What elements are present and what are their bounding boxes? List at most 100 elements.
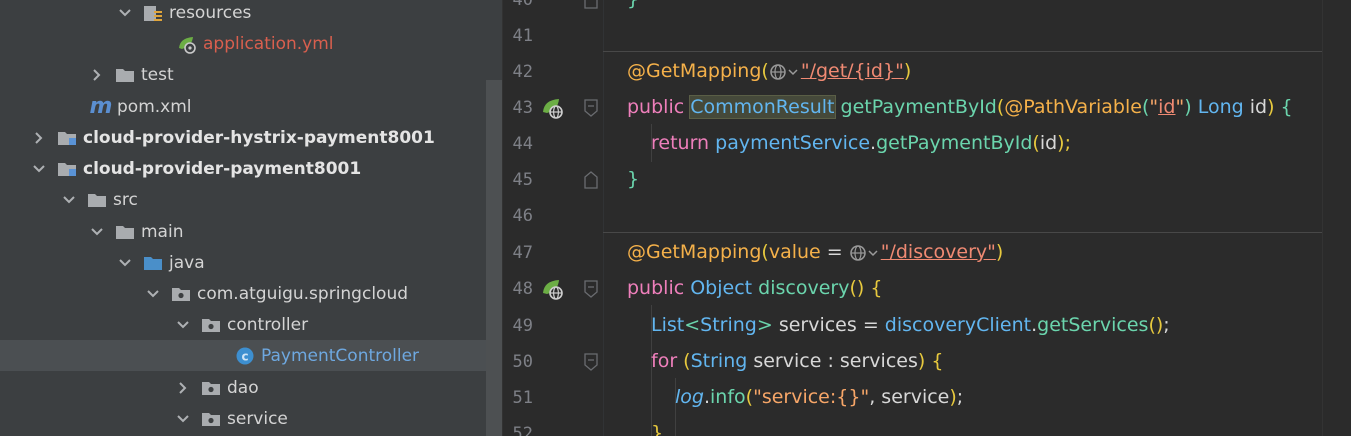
spring-mapping-icon[interactable] xyxy=(541,278,565,300)
line-number: 42 xyxy=(512,62,533,82)
line-number: 44 xyxy=(512,134,533,154)
fold-end-icon[interactable] xyxy=(583,171,599,189)
code-line-42[interactable]: 42 @GetMapping("/get/{id}") xyxy=(503,54,1351,90)
folder-icon xyxy=(114,65,136,85)
tree-item-package-root[interactable]: com.atguigu.springcloud xyxy=(0,278,502,309)
line-number: 47 xyxy=(512,243,533,263)
code-line-43[interactable]: 43 public CommonResult getPaymentById(@P… xyxy=(503,90,1351,126)
tree-item-label: application.yml xyxy=(203,33,334,54)
code-text: } xyxy=(651,422,664,436)
maven-icon: m xyxy=(89,94,113,119)
chevron-down-icon[interactable] xyxy=(118,256,132,270)
code-text: public Object discovery() { xyxy=(627,277,883,299)
web-endpoint-icon[interactable] xyxy=(849,244,881,262)
tree-item-label: dao xyxy=(227,377,259,398)
chevron-down-icon[interactable] xyxy=(146,287,160,301)
line-number: 48 xyxy=(512,279,533,299)
folder-icon xyxy=(86,190,108,210)
chevron-right-icon[interactable] xyxy=(176,381,190,395)
code-text: } xyxy=(627,0,639,10)
code-editor[interactable]: 40 } 41 42 @GetMapping("/get/{id}") 43 p… xyxy=(503,0,1351,436)
tree-item-label: PaymentController xyxy=(261,345,420,366)
project-tree[interactable]: resources application.yml test m pom.xml… xyxy=(0,0,502,436)
module-icon xyxy=(56,128,78,148)
code-line-48[interactable]: 48 public Object discovery() { xyxy=(503,271,1351,307)
code-text: for (String service : services) { xyxy=(651,350,944,372)
tree-item-label: cloud-provider-payment8001 xyxy=(83,158,362,179)
tree-item-service[interactable]: service xyxy=(0,403,502,434)
editor-scrollbar[interactable] xyxy=(1322,0,1351,436)
chevron-down-icon[interactable] xyxy=(62,193,76,207)
package-icon xyxy=(170,284,192,304)
line-number: 43 xyxy=(512,98,533,118)
module-icon xyxy=(56,159,78,179)
code-line-44[interactable]: 44 return paymentService.getPaymentById(… xyxy=(503,126,1351,162)
code-line-46[interactable]: 46 xyxy=(503,198,1351,234)
tree-item-test[interactable]: test xyxy=(0,59,502,90)
code-text: List<String> services = discoveryClient.… xyxy=(651,314,1170,336)
tree-item-label: service xyxy=(227,408,288,429)
code-text: @GetMapping("/get/{id}") xyxy=(627,60,912,82)
tree-item-label: main xyxy=(141,221,184,242)
tree-item-main[interactable]: main xyxy=(0,216,502,247)
line-number: 51 xyxy=(512,388,533,408)
fold-end-icon[interactable] xyxy=(583,0,599,9)
code-text: @GetMapping(value = "/discovery") xyxy=(627,241,1004,263)
tree-item-label: cloud-provider-hystrix-payment8001 xyxy=(83,127,435,148)
web-endpoint-icon[interactable] xyxy=(769,63,801,81)
line-number: 46 xyxy=(512,206,533,226)
tree-item-label: resources xyxy=(169,2,252,23)
code-line-47[interactable]: 47 @GetMapping(value = "/discovery") xyxy=(503,235,1351,271)
chevron-down-icon[interactable] xyxy=(90,225,104,239)
code-line-41[interactable]: 41 xyxy=(503,18,1351,54)
code-line-49[interactable]: 49 List<String> services = discoveryClie… xyxy=(503,308,1351,344)
tree-item-src[interactable]: src xyxy=(0,184,502,215)
tree-item-application-yml[interactable]: application.yml xyxy=(0,28,502,59)
tree-item-pom-xml[interactable]: m pom.xml xyxy=(0,91,502,122)
fold-start-icon[interactable] xyxy=(583,280,599,298)
tree-item-label: com.atguigu.springcloud xyxy=(197,283,409,304)
line-number: 41 xyxy=(512,26,533,46)
chevron-down-icon[interactable] xyxy=(32,162,46,176)
package-icon xyxy=(200,409,222,429)
tree-item-label: controller xyxy=(227,314,309,335)
chevron-down-icon[interactable] xyxy=(118,6,132,20)
code-text: return paymentService.getPaymentById(id)… xyxy=(651,132,1071,154)
tree-item-payment-module[interactable]: cloud-provider-payment8001 xyxy=(0,153,502,184)
tree-scrollbar[interactable] xyxy=(486,80,502,436)
line-number: 50 xyxy=(512,352,533,372)
chevron-right-icon[interactable] xyxy=(32,131,46,145)
line-number: 52 xyxy=(512,424,533,436)
tree-item-label: src xyxy=(113,189,138,210)
chevron-right-icon[interactable] xyxy=(90,68,104,82)
tree-item-resources[interactable]: resources xyxy=(0,0,502,28)
folder-icon xyxy=(114,222,136,242)
code-line-50[interactable]: 50 for (String service : services) { xyxy=(503,344,1351,380)
spring-config-icon xyxy=(176,34,198,54)
tree-item-label: pom.xml xyxy=(117,96,192,117)
code-line-40[interactable]: 40 } xyxy=(503,0,1351,18)
resources-folder-icon xyxy=(142,3,164,23)
code-line-51[interactable]: 51 log.info("service:{}", service); xyxy=(503,380,1351,416)
code-text: log.info("service:{}", service); xyxy=(675,386,964,408)
tree-item-hystrix-module[interactable]: cloud-provider-hystrix-payment8001 xyxy=(0,122,502,153)
code-line-52[interactable]: 52 } xyxy=(503,416,1351,436)
chevron-down-icon[interactable] xyxy=(176,318,190,332)
code-text: public CommonResult getPaymentById(@Path… xyxy=(627,95,1293,119)
svg-text:c: c xyxy=(241,349,248,363)
source-folder-icon xyxy=(142,253,164,273)
spring-mapping-icon[interactable] xyxy=(541,97,565,119)
tree-item-dao[interactable]: dao xyxy=(0,372,502,403)
tree-item-payment-controller[interactable]: c PaymentController xyxy=(0,340,502,371)
chevron-down-icon[interactable] xyxy=(176,412,190,426)
package-icon xyxy=(200,315,222,335)
line-number: 45 xyxy=(512,170,533,190)
fold-start-icon[interactable] xyxy=(583,353,599,371)
tree-item-label: test xyxy=(141,64,174,85)
line-number: 49 xyxy=(512,316,533,336)
fold-start-icon[interactable] xyxy=(583,99,599,117)
package-icon xyxy=(200,378,222,398)
tree-item-controller[interactable]: controller xyxy=(0,309,502,340)
tree-item-java[interactable]: java xyxy=(0,247,502,278)
code-line-45[interactable]: 45 } xyxy=(503,162,1351,198)
